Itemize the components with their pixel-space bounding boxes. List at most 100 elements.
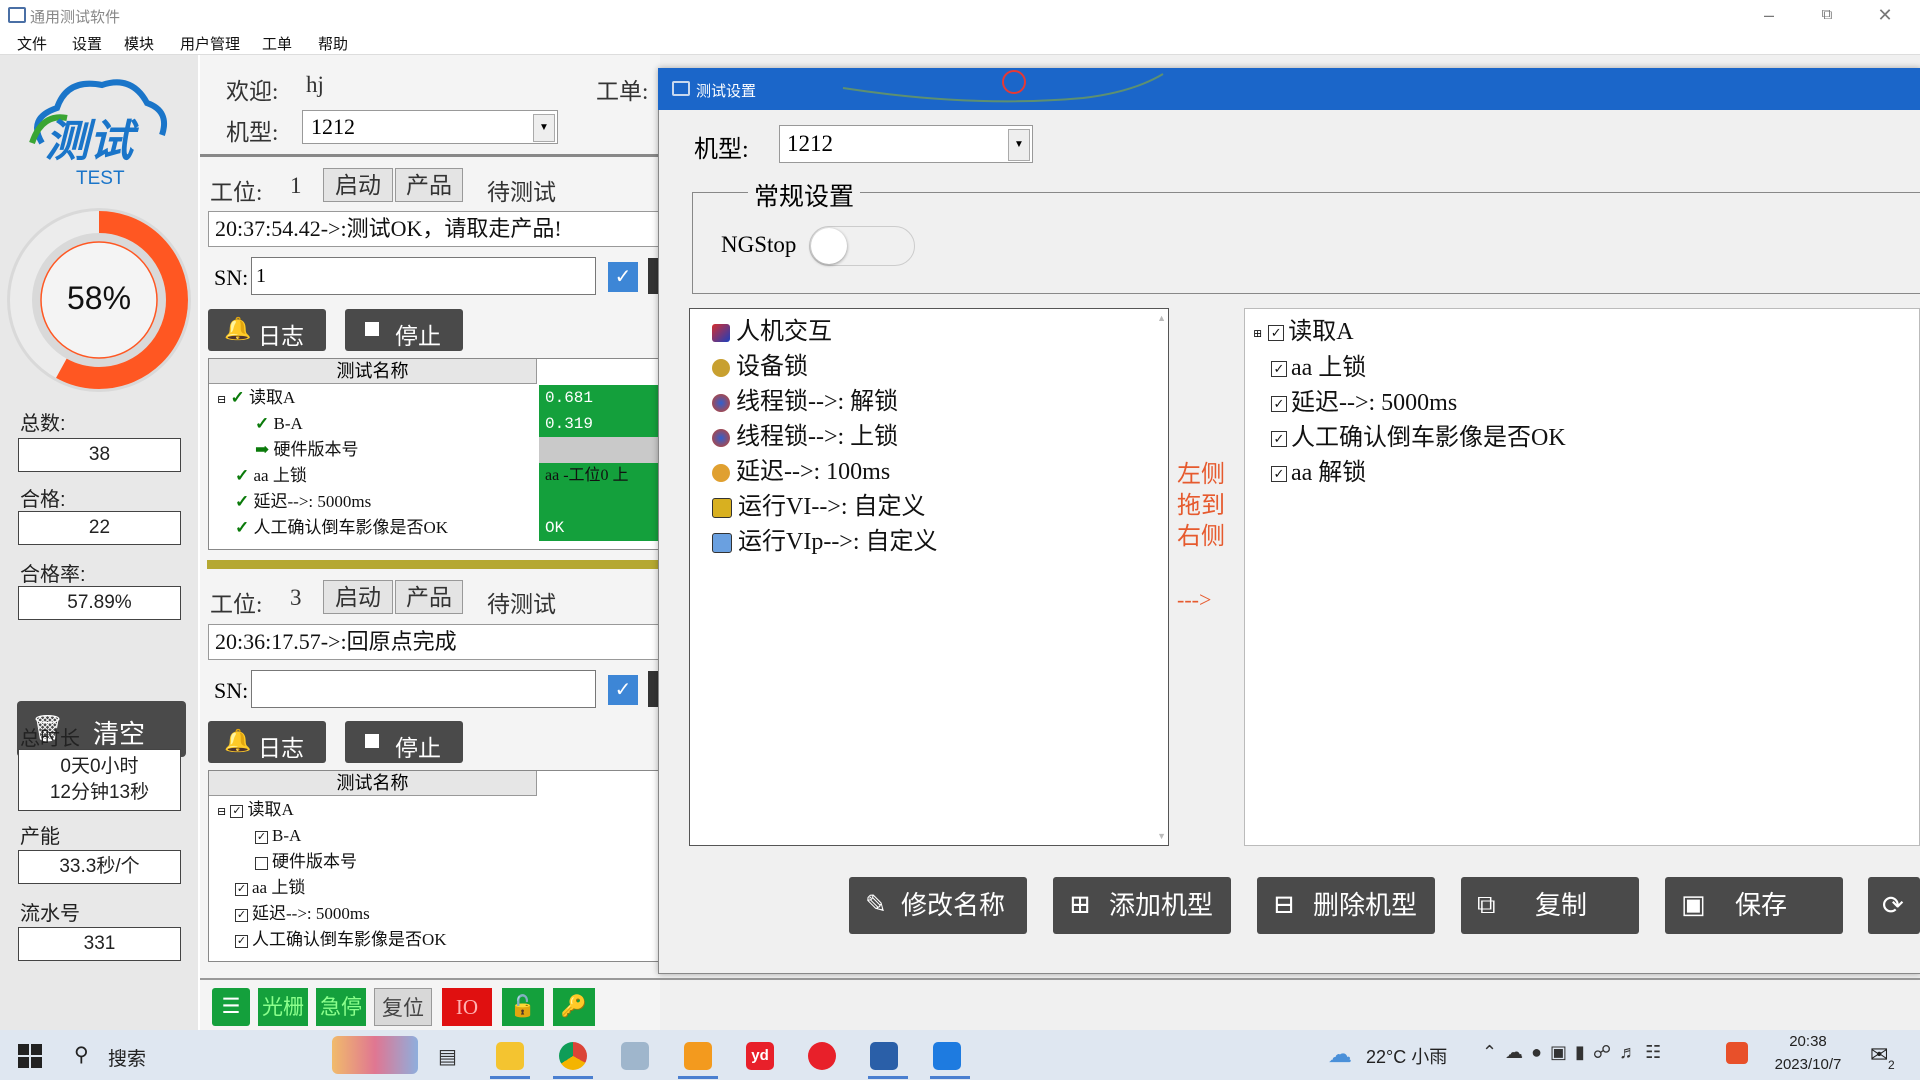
table-row[interactable]: ✓ aa 上锁: [235, 875, 305, 901]
tree-node[interactable]: ✓ 人工确认倒车影像是否OK: [1271, 417, 1566, 452]
table-cell-value: 0.319: [539, 411, 659, 437]
emergency-stop-indicator[interactable]: 急停: [316, 988, 366, 1026]
scroll-down-icon[interactable]: ▼: [1157, 831, 1166, 841]
model-select[interactable]: 1212 ▼: [302, 110, 558, 144]
log-button[interactable]: 🔔 日志: [208, 721, 326, 763]
close-button[interactable]: ✕: [1856, 0, 1914, 30]
delay-icon: [712, 464, 730, 483]
table-row[interactable]: ⊟ ✓ 读取A: [217, 385, 295, 411]
stop-button[interactable]: 停止: [345, 309, 463, 351]
save-button[interactable]: ▣ 保存: [1665, 877, 1843, 934]
refresh-button[interactable]: ⟳: [1868, 877, 1920, 934]
stop-button[interactable]: 停止: [345, 721, 463, 763]
taskbar-search[interactable]: ⚲ 搜索: [62, 1036, 418, 1074]
clock-date[interactable]: 2023/10/7: [1762, 1056, 1854, 1073]
reset-button[interactable]: 复位: [374, 988, 432, 1026]
tree-node[interactable]: ✓ 延迟-->: 5000ms: [1271, 382, 1457, 417]
expand-icon[interactable]: ⊞: [1253, 328, 1262, 340]
youdao-icon[interactable]: yd: [746, 1042, 774, 1070]
sn-checkbox[interactable]: ✓: [608, 262, 638, 292]
stop-button-label: 停止: [395, 736, 441, 761]
io-button[interactable]: IO: [442, 988, 492, 1026]
log-button[interactable]: 🔔 日志: [208, 309, 326, 351]
tree-node[interactable]: ⊞ ✓ 读取A: [1253, 311, 1354, 346]
sn-checkbox[interactable]: ✓: [608, 675, 638, 705]
ngstop-toggle[interactable]: [809, 226, 915, 266]
table-row[interactable]: 硬件版本号: [255, 849, 357, 875]
toggle-knob: [811, 228, 847, 264]
dialog-app-icon: [672, 81, 690, 96]
sn-label: SN:: [214, 678, 249, 703]
dialog-title-bar[interactable]: 测试设置: [658, 68, 1920, 110]
tree-node[interactable]: 线程锁-->: 解锁: [712, 381, 898, 416]
sn-input[interactable]: 1: [251, 257, 596, 295]
station-label: 工位:: [210, 180, 263, 205]
rename-button[interactable]: ✎ 修改名称: [849, 877, 1027, 934]
station-divider: [207, 560, 660, 569]
input-method-icon[interactable]: [1726, 1042, 1748, 1064]
available-steps-tree[interactable]: ▲ ▼ 人机交互 设备锁 线程锁-->: 解锁 线程锁-->: 上锁 延迟-->…: [689, 308, 1169, 846]
table-cell-value: aa -工位0 上: [539, 463, 659, 489]
dialog-model-select[interactable]: 1212 ▼: [779, 125, 1033, 163]
windows-start-icon[interactable]: [18, 1044, 42, 1068]
tree-node[interactable]: 设备锁: [712, 346, 808, 381]
netease-music-icon[interactable]: [808, 1042, 836, 1070]
menu-work-order[interactable]: 工单: [262, 33, 292, 54]
restore-button[interactable]: ⧉: [1798, 0, 1856, 30]
task-view-icon[interactable]: ▤: [438, 1044, 457, 1069]
meeting-app-icon[interactable]: [933, 1042, 961, 1070]
light-curtain-indicator[interactable]: 光栅: [258, 988, 308, 1026]
chevron-down-icon[interactable]: ▼: [533, 114, 555, 142]
tree-node[interactable]: 运行VI-->: 自定义: [712, 486, 926, 521]
chevron-down-icon[interactable]: ▼: [1008, 129, 1030, 161]
media-player-icon[interactable]: [684, 1042, 712, 1070]
system-tray-icons[interactable]: ⌃☁●▣▮☍♬☷: [1482, 1042, 1669, 1063]
lock-icon[interactable]: 🔓: [502, 988, 544, 1026]
table-row[interactable]: ✓ 人工确认倒车影像是否OK: [235, 515, 448, 541]
scroll-up-icon[interactable]: ▲: [1157, 313, 1166, 323]
menu-help[interactable]: 帮助: [318, 33, 348, 54]
table-row[interactable]: ✓ 人工确认倒车影像是否OK: [235, 927, 447, 953]
tree-node[interactable]: 人机交互: [712, 311, 832, 346]
product-button[interactable]: 产品: [395, 580, 463, 614]
delete-model-button[interactable]: ⊟ 删除机型: [1257, 877, 1435, 934]
test-software-taskbar-icon[interactable]: [870, 1042, 898, 1070]
menu-module[interactable]: 模块: [124, 33, 154, 54]
tree-node[interactable]: 延迟-->: 100ms: [712, 451, 890, 486]
image-viewer-icon[interactable]: [621, 1042, 649, 1070]
tree-node[interactable]: ✓ aa 上锁: [1271, 347, 1366, 382]
table-row[interactable]: ➡ 硬件版本号: [255, 437, 359, 463]
product-button[interactable]: 产品: [395, 168, 463, 202]
file-explorer-icon[interactable]: [496, 1042, 524, 1070]
table-row[interactable]: ⊟ ✓ 读取A: [217, 797, 294, 823]
table-row[interactable]: ✓ 延迟-->: 5000ms: [235, 901, 370, 927]
start-button[interactable]: 启动: [323, 168, 393, 202]
search-highlight-image: [332, 1036, 418, 1074]
table-row[interactable]: ✓ B-A: [255, 411, 303, 437]
menu-user-management[interactable]: 用户管理: [180, 33, 240, 54]
clock-time[interactable]: 20:38: [1768, 1033, 1848, 1050]
menu-file[interactable]: 文件: [17, 33, 47, 54]
table-row[interactable]: ✓ B-A: [255, 823, 301, 849]
weather-text[interactable]: 22°C 小雨: [1366, 1043, 1447, 1069]
start-button[interactable]: 启动: [323, 580, 393, 614]
sn-input[interactable]: [251, 670, 596, 708]
add-model-button[interactable]: ⊞ 添加机型: [1053, 877, 1231, 934]
tree-node[interactable]: 运行VIp-->: 自定义: [712, 521, 938, 556]
list-icon[interactable]: ☰: [212, 988, 250, 1026]
chrome-icon[interactable]: [559, 1042, 587, 1070]
table-row[interactable]: ✓ 延迟-->: 5000ms: [235, 489, 371, 515]
test-table: 测试名称 ⊟ ✓ 读取A ✓ B-A 硬件版本号 ✓ aa 上锁 ✓ 延迟-->: 50…: [208, 770, 660, 962]
selected-steps-tree[interactable]: ⊞ ✓ 读取A ✓ aa 上锁 ✓ 延迟-->: 5000ms ✓ 人工确认倒车影像是否…: [1244, 308, 1920, 846]
copy-button[interactable]: ⧉ 复制: [1461, 877, 1639, 934]
tree-node[interactable]: ✓ aa 解锁: [1271, 452, 1366, 487]
divider: [200, 978, 1920, 980]
table-row[interactable]: ✓ aa 上锁: [235, 463, 307, 489]
duration-line-2: 12分钟13秒: [49, 782, 150, 803]
notification-icon[interactable]: ✉: [1870, 1042, 1888, 1068]
menu-settings[interactable]: 设置: [72, 33, 102, 54]
key-icon[interactable]: 🔑: [553, 988, 595, 1026]
tree-node[interactable]: 线程锁-->: 上锁: [712, 416, 898, 451]
drag-hint: 左侧 拖到 右侧: [1177, 462, 1225, 550]
minimize-button[interactable]: –: [1740, 0, 1798, 30]
